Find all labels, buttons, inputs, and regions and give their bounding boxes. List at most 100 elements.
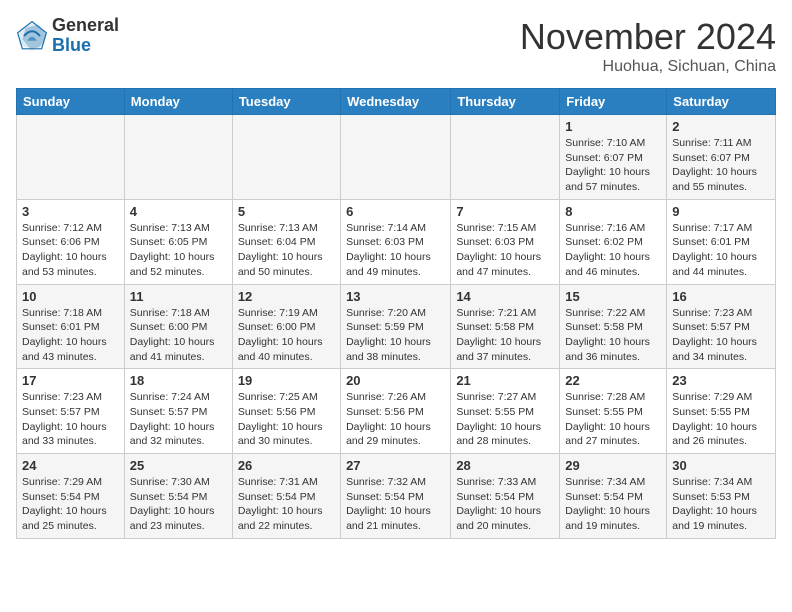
calendar-cell xyxy=(124,115,232,200)
calendar-week-5: 24 Sunrise: 7:29 AMSunset: 5:54 PMDayligh… xyxy=(17,454,776,539)
day-info: Sunrise: 7:34 AMSunset: 5:53 PMDaylight:… xyxy=(672,475,770,534)
day-number: 3 xyxy=(22,204,119,219)
calendar-cell: 14Sunrise: 7:21 AMSunset: 5:58 PMDayligh… xyxy=(451,284,560,369)
day-number: 14 xyxy=(456,289,554,304)
calendar-cell: 27 Sunrise: 7:32 AMSunset: 5:54 PMDayligh… xyxy=(341,454,451,539)
calendar-cell: 6Sunrise: 7:14 AMSunset: 6:03 PMDaylight… xyxy=(341,199,451,284)
location: Huohua, Sichuan, China xyxy=(520,58,776,76)
day-info: Sunrise: 7:10 AMSunset: 6:07 PMDaylight:… xyxy=(565,136,661,195)
calendar-cell: 18 Sunrise: 7:24 AMSunset: 5:57 PMDayligh… xyxy=(124,369,232,454)
day-number: 23 xyxy=(672,373,770,388)
day-header-saturday: Saturday xyxy=(667,89,776,115)
day-info: Sunrise: 7:17 AMSunset: 6:01 PMDaylight:… xyxy=(672,221,770,280)
calendar-cell: 5Sunrise: 7:13 AMSunset: 6:04 PMDaylight… xyxy=(232,199,340,284)
day-number: 5 xyxy=(238,204,335,219)
calendar-cell xyxy=(17,115,125,200)
day-info: Sunrise: 7:23 AMSunset: 5:57 PMDaylight:… xyxy=(672,306,770,365)
day-info: Sunrise: 7:32 AMSunset: 5:54 PMDaylight:… xyxy=(346,475,445,534)
day-number: 8 xyxy=(565,204,661,219)
day-info: Sunrise: 7:28 AMSunset: 5:55 PMDaylight:… xyxy=(565,390,661,449)
logo-icon xyxy=(16,20,48,52)
calendar-cell: 25 Sunrise: 7:30 AMSunset: 5:54 PMDayligh… xyxy=(124,454,232,539)
title-block: November 2024 Huohua, Sichuan, China xyxy=(520,16,776,76)
day-number: 4 xyxy=(130,204,227,219)
day-number: 19 xyxy=(238,373,335,388)
month-title: November 2024 xyxy=(520,16,776,58)
day-header-tuesday: Tuesday xyxy=(232,89,340,115)
day-number: 10 xyxy=(22,289,119,304)
calendar-cell: 4 Sunrise: 7:13 AMSunset: 6:05 PMDaylight… xyxy=(124,199,232,284)
day-number: 7 xyxy=(456,204,554,219)
calendar-cell: 26 Sunrise: 7:31 AMSunset: 5:54 PMDayligh… xyxy=(232,454,340,539)
day-info: Sunrise: 7:25 AMSunset: 5:56 PMDaylight:… xyxy=(238,390,335,449)
day-header-sunday: Sunday xyxy=(17,89,125,115)
day-info: Sunrise: 7:18 AMSunset: 6:01 PMDaylight:… xyxy=(22,306,119,365)
day-number: 28 xyxy=(456,458,554,473)
calendar-week-2: 3 Sunrise: 7:12 AMSunset: 6:06 PMDaylight… xyxy=(17,199,776,284)
day-info: Sunrise: 7:24 AMSunset: 5:57 PMDaylight:… xyxy=(130,390,227,449)
calendar-cell: 30Sunrise: 7:34 AMSunset: 5:53 PMDayligh… xyxy=(667,454,776,539)
day-header-thursday: Thursday xyxy=(451,89,560,115)
calendar-cell: 1Sunrise: 7:10 AMSunset: 6:07 PMDaylight… xyxy=(560,115,667,200)
logo-text: General Blue xyxy=(52,16,119,56)
day-info: Sunrise: 7:19 AMSunset: 6:00 PMDaylight:… xyxy=(238,306,335,365)
day-info: Sunrise: 7:20 AMSunset: 5:59 PMDaylight:… xyxy=(346,306,445,365)
calendar-week-3: 10 Sunrise: 7:18 AMSunset: 6:01 PMDayligh… xyxy=(17,284,776,369)
day-header-wednesday: Wednesday xyxy=(341,89,451,115)
calendar-cell: 16 Sunrise: 7:23 AMSunset: 5:57 PMDayligh… xyxy=(667,284,776,369)
calendar-cell: 24 Sunrise: 7:29 AMSunset: 5:54 PMDayligh… xyxy=(17,454,125,539)
day-info: Sunrise: 7:34 AMSunset: 5:54 PMDaylight:… xyxy=(565,475,661,534)
day-number: 25 xyxy=(130,458,227,473)
calendar-table: SundayMondayTuesdayWednesdayThursdayFrid… xyxy=(16,88,776,539)
day-header-monday: Monday xyxy=(124,89,232,115)
day-number: 16 xyxy=(672,289,770,304)
calendar-cell: 13 Sunrise: 7:20 AMSunset: 5:59 PMDayligh… xyxy=(341,284,451,369)
day-info: Sunrise: 7:33 AMSunset: 5:54 PMDaylight:… xyxy=(456,475,554,534)
calendar-cell xyxy=(341,115,451,200)
day-number: 29 xyxy=(565,458,661,473)
calendar-cell: 20Sunrise: 7:26 AMSunset: 5:56 PMDayligh… xyxy=(341,369,451,454)
calendar-cell xyxy=(232,115,340,200)
day-number: 17 xyxy=(22,373,119,388)
day-number: 12 xyxy=(238,289,335,304)
day-info: Sunrise: 7:30 AMSunset: 5:54 PMDaylight:… xyxy=(130,475,227,534)
page-header: General Blue November 2024 Huohua, Sichu… xyxy=(16,16,776,76)
logo: General Blue xyxy=(16,16,119,56)
calendar-cell: 9Sunrise: 7:17 AMSunset: 6:01 PMDaylight… xyxy=(667,199,776,284)
day-number: 2 xyxy=(672,119,770,134)
day-number: 27 xyxy=(346,458,445,473)
day-number: 24 xyxy=(22,458,119,473)
day-info: Sunrise: 7:11 AMSunset: 6:07 PMDaylight:… xyxy=(672,136,770,195)
calendar-cell: 12 Sunrise: 7:19 AMSunset: 6:00 PMDayligh… xyxy=(232,284,340,369)
calendar-cell: 21Sunrise: 7:27 AMSunset: 5:55 PMDayligh… xyxy=(451,369,560,454)
calendar-cell: 2 Sunrise: 7:11 AMSunset: 6:07 PMDaylight… xyxy=(667,115,776,200)
logo-blue-text: Blue xyxy=(52,36,119,56)
day-number: 13 xyxy=(346,289,445,304)
day-info: Sunrise: 7:12 AMSunset: 6:06 PMDaylight:… xyxy=(22,221,119,280)
day-number: 20 xyxy=(346,373,445,388)
calendar-cell: 22Sunrise: 7:28 AMSunset: 5:55 PMDayligh… xyxy=(560,369,667,454)
day-info: Sunrise: 7:29 AMSunset: 5:54 PMDaylight:… xyxy=(22,475,119,534)
logo-general-text: General xyxy=(52,16,119,36)
day-number: 18 xyxy=(130,373,227,388)
calendar-cell: 8 Sunrise: 7:16 AMSunset: 6:02 PMDaylight… xyxy=(560,199,667,284)
day-info: Sunrise: 7:16 AMSunset: 6:02 PMDaylight:… xyxy=(565,221,661,280)
day-number: 26 xyxy=(238,458,335,473)
day-number: 21 xyxy=(456,373,554,388)
calendar-cell: 7 Sunrise: 7:15 AMSunset: 6:03 PMDaylight… xyxy=(451,199,560,284)
day-info: Sunrise: 7:15 AMSunset: 6:03 PMDaylight:… xyxy=(456,221,554,280)
day-number: 15 xyxy=(565,289,661,304)
calendar-cell: 10 Sunrise: 7:18 AMSunset: 6:01 PMDayligh… xyxy=(17,284,125,369)
calendar-cell: 3 Sunrise: 7:12 AMSunset: 6:06 PMDaylight… xyxy=(17,199,125,284)
calendar-cell: 19 Sunrise: 7:25 AMSunset: 5:56 PMDayligh… xyxy=(232,369,340,454)
day-header-friday: Friday xyxy=(560,89,667,115)
day-info: Sunrise: 7:29 AMSunset: 5:55 PMDaylight:… xyxy=(672,390,770,449)
calendar-cell: 23 Sunrise: 7:29 AMSunset: 5:55 PMDayligh… xyxy=(667,369,776,454)
day-number: 6 xyxy=(346,204,445,219)
calendar-cell: 29 Sunrise: 7:34 AMSunset: 5:54 PMDayligh… xyxy=(560,454,667,539)
day-info: Sunrise: 7:31 AMSunset: 5:54 PMDaylight:… xyxy=(238,475,335,534)
day-info: Sunrise: 7:13 AMSunset: 6:05 PMDaylight:… xyxy=(130,221,227,280)
day-info: Sunrise: 7:22 AMSunset: 5:58 PMDaylight:… xyxy=(565,306,661,365)
day-headers-row: SundayMondayTuesdayWednesdayThursdayFrid… xyxy=(17,89,776,115)
calendar-cell: 17Sunrise: 7:23 AMSunset: 5:57 PMDayligh… xyxy=(17,369,125,454)
